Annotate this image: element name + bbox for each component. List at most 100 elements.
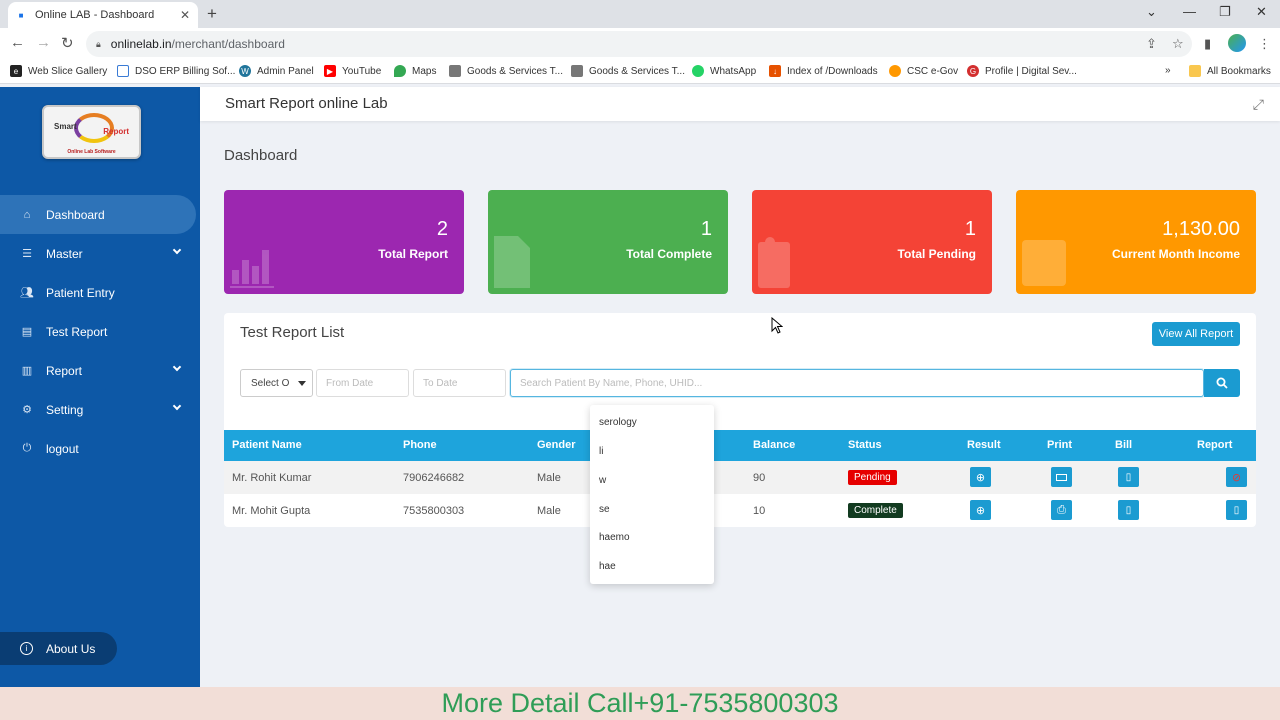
bookmark-icon: [117, 65, 129, 77]
fullscreen-icon[interactable]: ⤢: [1253, 96, 1264, 113]
window-close-icon[interactable]: ✕: [1256, 4, 1267, 20]
profile-avatar[interactable]: [1228, 34, 1246, 52]
sidebar-item-logout[interactable]: ⏻ logout: [0, 429, 200, 468]
star-icon[interactable]: ☆: [1172, 36, 1184, 52]
bookmark-csc-egov[interactable]: CSC e-Gov: [889, 65, 958, 77]
emblem-icon: [571, 65, 583, 77]
autocomplete-option[interactable]: haemo: [599, 532, 630, 543]
back-icon[interactable]: ←: [10, 34, 25, 51]
sidebar-item-label: Master: [46, 246, 83, 261]
about-us-label: About Us: [46, 641, 96, 656]
view-all-report-button[interactable]: View All Report: [1152, 322, 1240, 346]
url-bar[interactable]: 🔒︎ onlinelab.in/merchant/dashboard: [86, 31, 1192, 57]
info-icon: i: [20, 642, 33, 655]
autocomplete-option[interactable]: se: [599, 504, 610, 515]
to-date-input[interactable]: To Date: [413, 369, 506, 397]
filter-select-value: Select O: [251, 377, 290, 389]
filter-select[interactable]: Select O: [240, 369, 313, 397]
stat-label: Total Complete: [626, 247, 712, 261]
bookmark-youtube[interactable]: ▶ YouTube: [324, 65, 381, 77]
sidebar-item-report[interactable]: ▥ Report: [0, 351, 200, 390]
result-button[interactable]: ⊕: [970, 500, 991, 520]
all-bookmarks[interactable]: All Bookmarks: [1189, 65, 1271, 77]
sidebar-item-label: Test Report: [46, 324, 108, 339]
stat-value: 1: [964, 218, 976, 240]
status-badge: Pending: [848, 470, 897, 485]
url-host: onlinelab.in: [110, 37, 172, 51]
reload-icon[interactable]: ↻: [61, 34, 74, 52]
tab-search-icon[interactable]: ⌄: [1146, 4, 1157, 20]
sidebar: Smart Report Online Lab Software ⌂ Dashb…: [0, 87, 200, 687]
forward-icon[interactable]: →: [36, 34, 51, 51]
autocomplete-option[interactable]: w: [599, 475, 606, 486]
bookmark-maps[interactable]: Maps: [394, 65, 436, 77]
sidebar-item-label: logout: [46, 441, 79, 456]
from-date-input[interactable]: From Date: [316, 369, 409, 397]
bookmark-gst-2[interactable]: Goods & Services T...: [571, 65, 685, 77]
print-button[interactable]: [1051, 467, 1072, 487]
autocomplete-option[interactable]: hae: [599, 561, 616, 572]
sidebar-item-test-report[interactable]: ▤ Test Report: [0, 312, 200, 351]
youtube-icon: ▶: [324, 65, 336, 77]
cell-balance: 10: [753, 505, 766, 517]
bookmark-icon: e: [10, 65, 22, 77]
bookmark-profile-digital[interactable]: G Profile | Digital Sev...: [967, 65, 1077, 77]
site-favicon-icon: ■: [18, 10, 24, 20]
lock-icon: 🔒︎: [96, 38, 101, 49]
sidebar-item-master[interactable]: ☰ Master: [0, 234, 200, 273]
plus-circle-icon: ⊕: [975, 504, 986, 517]
column-header: Bill: [1115, 439, 1133, 451]
stat-card-total-pending[interactable]: 1 Total Pending: [752, 190, 992, 294]
autocomplete-option[interactable]: serology: [599, 417, 637, 428]
logout-icon: ⏻: [22, 442, 32, 454]
bookmark-web-slice-gallery[interactable]: e Web Slice Gallery: [10, 65, 107, 77]
kebab-menu-icon[interactable]: ⋮: [1258, 36, 1271, 52]
close-tab-icon[interactable]: ✕: [180, 8, 190, 22]
bill-button[interactable]: ▯: [1118, 467, 1139, 487]
bookmark-gst-1[interactable]: Goods & Services T...: [449, 65, 563, 77]
restore-icon[interactable]: ❐: [1219, 4, 1231, 20]
search-button[interactable]: [1204, 369, 1240, 397]
home-icon: ⌂: [23, 208, 31, 221]
tab-title: Online LAB - Dashboard: [35, 9, 155, 21]
sidebar-item-patient-entry[interactable]: 👥︎ Patient Entry: [0, 273, 200, 312]
new-tab-icon[interactable]: +: [207, 4, 217, 24]
bookmark-whatsapp[interactable]: WhatsApp: [692, 65, 756, 77]
stat-card-total-complete[interactable]: 1 Total Complete: [488, 190, 728, 294]
browser-tab[interactable]: ■ Online LAB - Dashboard ✕: [8, 2, 198, 28]
digital-seva-icon: G: [967, 65, 979, 77]
maps-pin-icon: [394, 65, 406, 77]
bill-button[interactable]: ▯: [1118, 500, 1139, 520]
patient-search-input[interactable]: Search Patient By Name, Phone, UHID...: [510, 369, 1204, 397]
about-us-button[interactable]: i About Us: [0, 632, 117, 665]
side-panel-icon[interactable]: ▮: [1204, 36, 1211, 52]
sidebar-menu: ⌂ Dashboard ☰ Master 👥︎ Patient Entry ▤ …: [0, 195, 200, 468]
share-icon[interactable]: ⇪: [1146, 36, 1157, 52]
bookmarks-bar: e Web Slice Gallery DSO ERP Billing Sof..…: [0, 60, 1280, 84]
minimize-icon[interactable]: —: [1183, 4, 1196, 19]
bookmarks-overflow[interactable]: »: [1165, 65, 1171, 76]
report-button[interactable]: ▯: [1226, 500, 1247, 520]
sidebar-item-label: Report: [46, 363, 83, 378]
autocomplete-option[interactable]: li: [599, 446, 603, 457]
wallet-icon: [1022, 240, 1066, 286]
bookmark-admin-panel[interactable]: W Admin Panel: [239, 65, 314, 77]
report-button[interactable]: ⊘: [1226, 467, 1247, 487]
browser-tab-strip: ■ Online LAB - Dashboard ✕ + ⌄ — ❐ ✕: [0, 0, 1280, 28]
file-icon: ▯: [1233, 504, 1240, 516]
bookmark-dso-erp[interactable]: DSO ERP Billing Sof...: [117, 65, 235, 77]
download-icon: ↓: [769, 65, 781, 77]
report-icon: ▥: [21, 365, 33, 377]
bookmark-downloads[interactable]: ↓ Index of /Downloads: [769, 65, 878, 77]
chevron-down-icon: [298, 381, 306, 386]
sidebar-item-dashboard[interactable]: ⌂ Dashboard: [0, 195, 196, 234]
app-logo[interactable]: Smart Report Online Lab Software: [42, 105, 141, 159]
print-button[interactable]: ⎙: [1051, 500, 1072, 520]
search-autocomplete-list: serology li w se haemo hae: [590, 405, 714, 584]
table-header: Patient Name Phone Gender Balance Status…: [224, 430, 1256, 461]
sidebar-item-label: Dashboard: [46, 207, 105, 222]
result-button[interactable]: ⊕: [970, 467, 991, 487]
sidebar-item-setting[interactable]: ⚙ Setting: [0, 390, 200, 429]
stat-card-total-report[interactable]: 2 Total Report: [224, 190, 464, 294]
stat-card-monthly-income[interactable]: 1,130.00 Current Month Income: [1016, 190, 1256, 294]
